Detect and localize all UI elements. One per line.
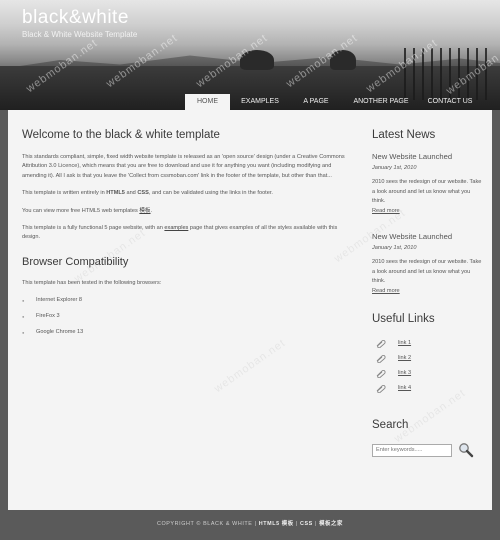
tree-silhouette (240, 50, 274, 70)
list-item: Google Chrome 13 (22, 328, 352, 338)
templates-link[interactable]: 模板 (139, 208, 150, 214)
compat-intro: This template has been tested in the fol… (22, 279, 162, 286)
nav-another-page[interactable]: ANOTHER PAGE (342, 94, 420, 110)
text: and (124, 190, 138, 197)
text: , and can be validated using the links i… (148, 190, 273, 197)
footer-css-link[interactable]: CSS (300, 521, 313, 527)
read-more-link[interactable]: Read more (372, 207, 484, 216)
list-item: link 1 (372, 336, 484, 351)
intro-paragraph: This standards compliant, simple, fixed … (22, 154, 345, 179)
nav-home[interactable]: HOME (185, 94, 230, 110)
text: This template is a fully functional 5 pa… (22, 225, 165, 232)
news-heading: Latest News (372, 129, 436, 141)
examples-link[interactable]: examples (164, 225, 188, 231)
examples-paragraph: This template is a fully functional 5 pa… (22, 224, 352, 243)
site-tagline: Black & White Website Template (22, 30, 138, 39)
templates-paragraph: You can view more free HTML5 web templat… (22, 207, 352, 216)
useful-link-3[interactable]: link 3 (398, 369, 411, 378)
sidebar: Latest News New Website Launched January… (372, 128, 484, 458)
news-date: January 1st, 2010 (372, 245, 417, 252)
search-icon[interactable] (458, 442, 474, 458)
paperclip-icon (376, 339, 386, 348)
main-nav: HOME EXAMPLES A PAGE ANOTHER PAGE CONTAC… (185, 94, 480, 110)
tree-silhouette (330, 50, 356, 70)
text: . (150, 207, 153, 214)
text: This template is written entirely in (22, 190, 107, 197)
paperclip-icon (376, 384, 386, 393)
page-title: Welcome to the black & white template (22, 129, 220, 141)
useful-link-1[interactable]: link 1 (398, 339, 411, 348)
list-item: link 2 (372, 351, 484, 366)
useful-links-heading: Useful Links (372, 313, 435, 326)
site-footer: COPYRIGHT © BLACK & WHITE | HTML5 模板 | C… (0, 510, 500, 540)
logo-text-white: &white (68, 7, 129, 28)
news-title: New Website Launched (372, 232, 453, 242)
list-item: FireFox 3 (22, 312, 352, 322)
read-more-link[interactable]: Read more (372, 287, 484, 296)
paperclip-icon (376, 369, 386, 378)
text: You can view more free HTML5 web templat… (22, 207, 140, 214)
footer-templates-link[interactable]: 模板之家 (319, 521, 343, 527)
news-text: 2010 sees the redesign of our website. T… (372, 179, 482, 205)
main-content-area: Welcome to the black & white template Th… (8, 110, 492, 510)
news-item: New Website Launched January 1st, 2010 2… (372, 152, 484, 216)
useful-link-2[interactable]: link 2 (398, 354, 411, 363)
html5-text: HTML5 (106, 190, 125, 197)
useful-link-4[interactable]: link 4 (398, 384, 411, 393)
tech-paragraph: This template is written entirely in HTM… (22, 189, 352, 198)
list-item: Internet Explorer 8 (22, 296, 352, 306)
news-date: January 1st, 2010 (372, 165, 417, 171)
paperclip-icon (376, 354, 386, 363)
news-item: New Website Launched January 1st, 2010 2… (372, 232, 484, 296)
nav-examples[interactable]: EXAMPLES (230, 94, 290, 110)
search-heading: Search (372, 419, 409, 432)
compat-heading: Browser Compatibility (22, 255, 129, 268)
footer-html5-link[interactable]: HTML5 模板 (259, 521, 294, 527)
list-item: link 4 (372, 381, 484, 396)
site-logo[interactable]: black&white (22, 7, 129, 29)
fence-silhouette (404, 48, 494, 100)
browser-list: Internet Explorer 8 FireFox 3 Google Chr… (22, 296, 352, 337)
useful-links-list: link 1 link 2 link 3 link 4 (372, 336, 484, 396)
news-text: 2010 sees the redesign of our website. T… (372, 259, 482, 285)
search-form (372, 442, 484, 458)
site-header: black&white Black & White Website Templa… (0, 0, 500, 110)
logo-text-black: black (22, 7, 69, 28)
nav-a-page[interactable]: A PAGE (290, 94, 342, 110)
list-item: link 3 (372, 366, 484, 381)
footer-copyright: COPYRIGHT © BLACK & WHITE (156, 521, 253, 527)
watermark: webmoban.net (212, 336, 289, 396)
nav-contact-us[interactable]: CONTACT US (420, 94, 480, 110)
news-title: New Website Launched (372, 152, 453, 161)
css-text: CSS (137, 190, 149, 197)
search-input[interactable] (372, 443, 452, 457)
content-column: Welcome to the black & white template Th… (22, 128, 352, 344)
